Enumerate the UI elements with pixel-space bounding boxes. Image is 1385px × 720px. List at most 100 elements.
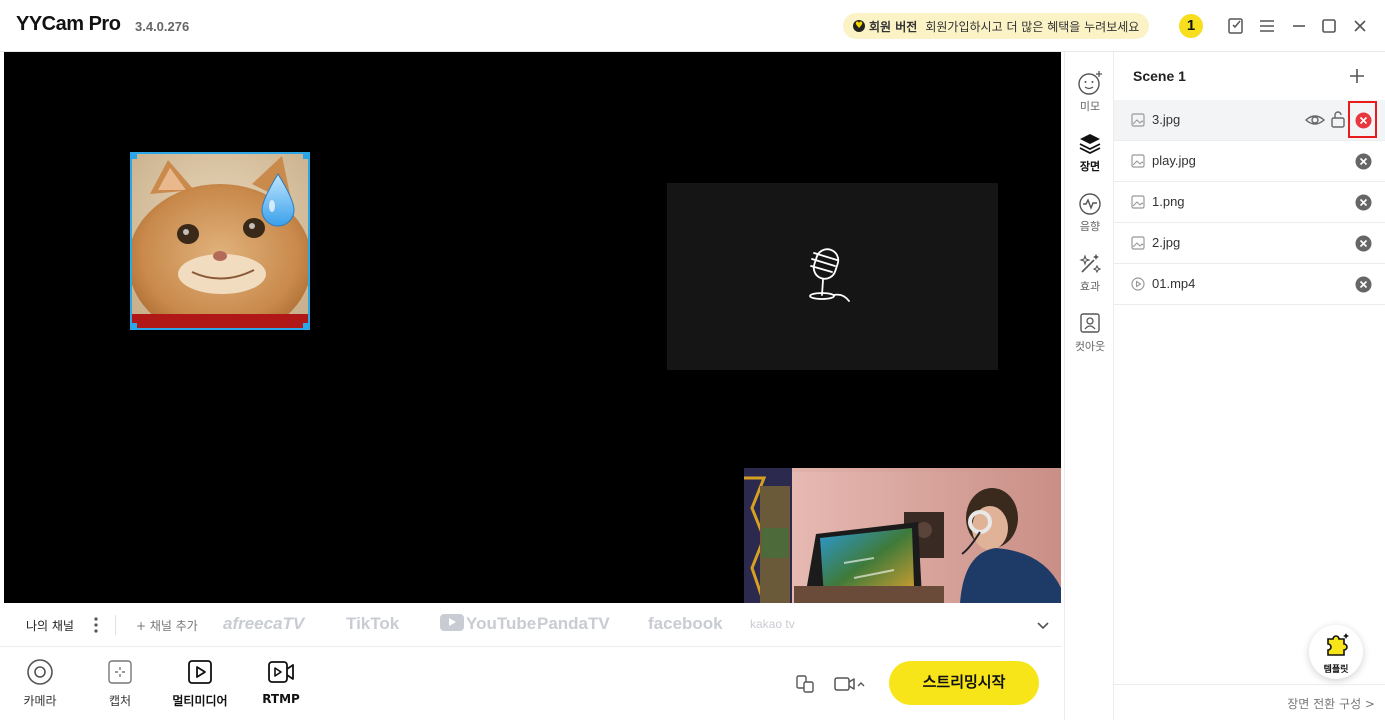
rail-item-audio[interactable]: 음향 — [1065, 192, 1115, 234]
member-promo-banner[interactable]: ♥ 회원 버전 회원가입하시고 더 많은 혜택을 누려보세요 — [843, 13, 1150, 39]
add-channel-button[interactable]: + 채널 추가 — [136, 617, 198, 634]
tool-capture[interactable]: 캡처 — [90, 658, 150, 709]
tool-camera[interactable]: 카메라 — [10, 658, 70, 709]
resize-handle-top-left[interactable] — [132, 154, 137, 159]
resize-handle-bottom-right[interactable] — [303, 323, 308, 328]
app-logo: YYCam Pro — [16, 13, 121, 35]
image-file-icon — [1131, 154, 1145, 168]
rail-face-label: 미모 — [1079, 100, 1101, 113]
layer-name: 2.jpg — [1152, 235, 1181, 250]
chevron-down-icon[interactable] — [1035, 617, 1051, 633]
edit-icon[interactable] — [1226, 16, 1246, 36]
platform-afreecatv[interactable]: afreecaTV — [223, 614, 304, 634]
audio-source-layer[interactable] — [667, 183, 998, 370]
audio-icon — [1079, 193, 1101, 215]
multimedia-icon — [188, 660, 212, 684]
add-layer-icon[interactable] — [1348, 67, 1366, 85]
cutout-icon — [1080, 313, 1100, 333]
rail-cutout-label: 컷아웃 — [1074, 340, 1106, 353]
layer-item[interactable]: 1.png — [1114, 182, 1385, 223]
tool-rtmp[interactable]: RTMP — [251, 658, 311, 706]
layers-icon — [1079, 134, 1101, 155]
maximize-icon[interactable] — [1319, 16, 1339, 36]
channel-bar: 나의 채널 + 채널 추가 afreecaTV TikTok YouTube P… — [0, 603, 1062, 647]
gamer-image — [744, 468, 1061, 603]
cat-image-layer[interactable] — [130, 152, 310, 330]
rail-item-face[interactable]: 미모 — [1065, 70, 1115, 114]
image-file-icon — [1131, 195, 1145, 209]
screen-switch-icon[interactable] — [795, 674, 815, 694]
my-channel-label[interactable]: 나의 채널 — [26, 617, 74, 634]
minimize-icon[interactable] — [1289, 16, 1309, 36]
close-icon[interactable] — [1350, 16, 1370, 36]
scene-panel: Scene 1 3.jpg play.jpg 1.png 2.jpg 01.mp… — [1114, 52, 1385, 720]
cat-image — [132, 154, 308, 328]
delete-highlight-box — [1348, 101, 1377, 138]
platform-kakaotv[interactable]: kakao tv — [750, 617, 795, 631]
app-version: 3.4.0.276 — [135, 19, 190, 34]
tool-multimedia[interactable]: 멀티미디어 — [170, 658, 230, 709]
delete-layer-icon[interactable] — [1355, 276, 1372, 293]
resize-handle-top-right[interactable] — [303, 154, 308, 159]
app-window: YYCam Pro 3.4.0.276 ♥ 회원 버전 회원가입하시고 더 많은… — [0, 0, 1385, 720]
lock-icon[interactable] — [1330, 110, 1346, 129]
promo-text: 회원가입하시고 더 많은 혜택을 누려보세요 — [925, 19, 1140, 34]
visibility-eye-icon[interactable] — [1305, 111, 1325, 129]
capture-icon — [108, 660, 132, 684]
puzzle-icon — [1327, 633, 1349, 656]
rail-scene-label: 장면 — [1079, 160, 1101, 173]
rtmp-icon — [268, 661, 294, 683]
gamer-image-layer[interactable] — [744, 468, 1061, 603]
microphone-icon — [809, 248, 850, 302]
platform-youtube[interactable]: YouTube — [440, 614, 536, 634]
scene-title: Scene 1 — [1133, 68, 1186, 84]
notification-badge[interactable]: 1 — [1179, 14, 1203, 38]
start-streaming-button[interactable]: 스트리밍시작 — [889, 661, 1039, 705]
layer-name: 3.jpg — [1152, 112, 1181, 127]
title-bar: YYCam Pro 3.4.0.276 ♥ 회원 버전 회원가입하시고 더 많은… — [0, 0, 1385, 52]
rail-effects-label: 효과 — [1079, 280, 1101, 293]
preview-canvas[interactable] — [4, 52, 1061, 603]
tool-capture-label: 캡처 — [108, 694, 132, 708]
youtube-play-icon — [440, 614, 464, 631]
template-label: 템플릿 — [1323, 665, 1349, 675]
rail-audio-label: 음향 — [1079, 220, 1101, 233]
tool-camera-label: 카메라 — [23, 694, 57, 708]
delete-layer-icon[interactable] — [1355, 235, 1372, 252]
platform-youtube-label: YouTube — [466, 614, 537, 633]
platform-pandatv[interactable]: PandaTV — [537, 614, 610, 634]
effects-icon — [1079, 254, 1102, 274]
layer-item[interactable]: 01.mp4 — [1114, 264, 1385, 305]
template-button[interactable]: 템플릿 — [1309, 625, 1363, 679]
layer-name: 1.png — [1152, 194, 1185, 209]
layer-item[interactable]: 2.jpg — [1114, 223, 1385, 264]
delete-layer-icon[interactable] — [1355, 194, 1372, 211]
layer-item[interactable]: play.jpg — [1114, 141, 1385, 182]
rail-item-scene[interactable]: 장면 — [1065, 132, 1115, 174]
scene-transition-bar[interactable]: 장면 전환 구성 > — [1114, 684, 1385, 720]
tool-multimedia-label: 멀티미디어 — [172, 694, 228, 708]
platform-tiktok[interactable]: TikTok — [346, 614, 399, 634]
rail-item-cutout[interactable]: 컷아웃 — [1065, 312, 1115, 354]
platform-facebook[interactable]: facebook — [648, 614, 723, 634]
delete-layer-icon[interactable] — [1355, 153, 1372, 170]
camera-icon — [27, 659, 53, 685]
more-options-icon[interactable] — [93, 616, 99, 634]
heart-icon: ♥ — [853, 20, 865, 32]
layer-name: play.jpg — [1152, 153, 1196, 168]
video-camera-icon[interactable] — [833, 674, 867, 694]
bottom-toolbar: 카메라 캡처 멀티미디어 RTMP 스트리밍시작 — [0, 648, 1062, 720]
layer-item[interactable]: 3.jpg — [1114, 100, 1385, 141]
resize-handle-bottom-left[interactable] — [132, 323, 137, 328]
promo-badge: 회원 버전 — [869, 19, 918, 34]
face-icon — [1078, 71, 1102, 95]
tool-rtmp-label: RTMP — [262, 692, 300, 706]
video-file-icon — [1131, 277, 1145, 291]
scene-transition-label: 장면 전환 구성 > — [1287, 697, 1375, 711]
image-file-icon — [1131, 236, 1145, 250]
side-rail: 미모 장면 음향 효과 컷아웃 — [1064, 52, 1114, 720]
image-file-icon — [1131, 113, 1145, 127]
layer-name: 01.mp4 — [1152, 276, 1196, 291]
menu-icon[interactable] — [1257, 16, 1277, 36]
rail-item-effects[interactable]: 효과 — [1065, 252, 1115, 294]
